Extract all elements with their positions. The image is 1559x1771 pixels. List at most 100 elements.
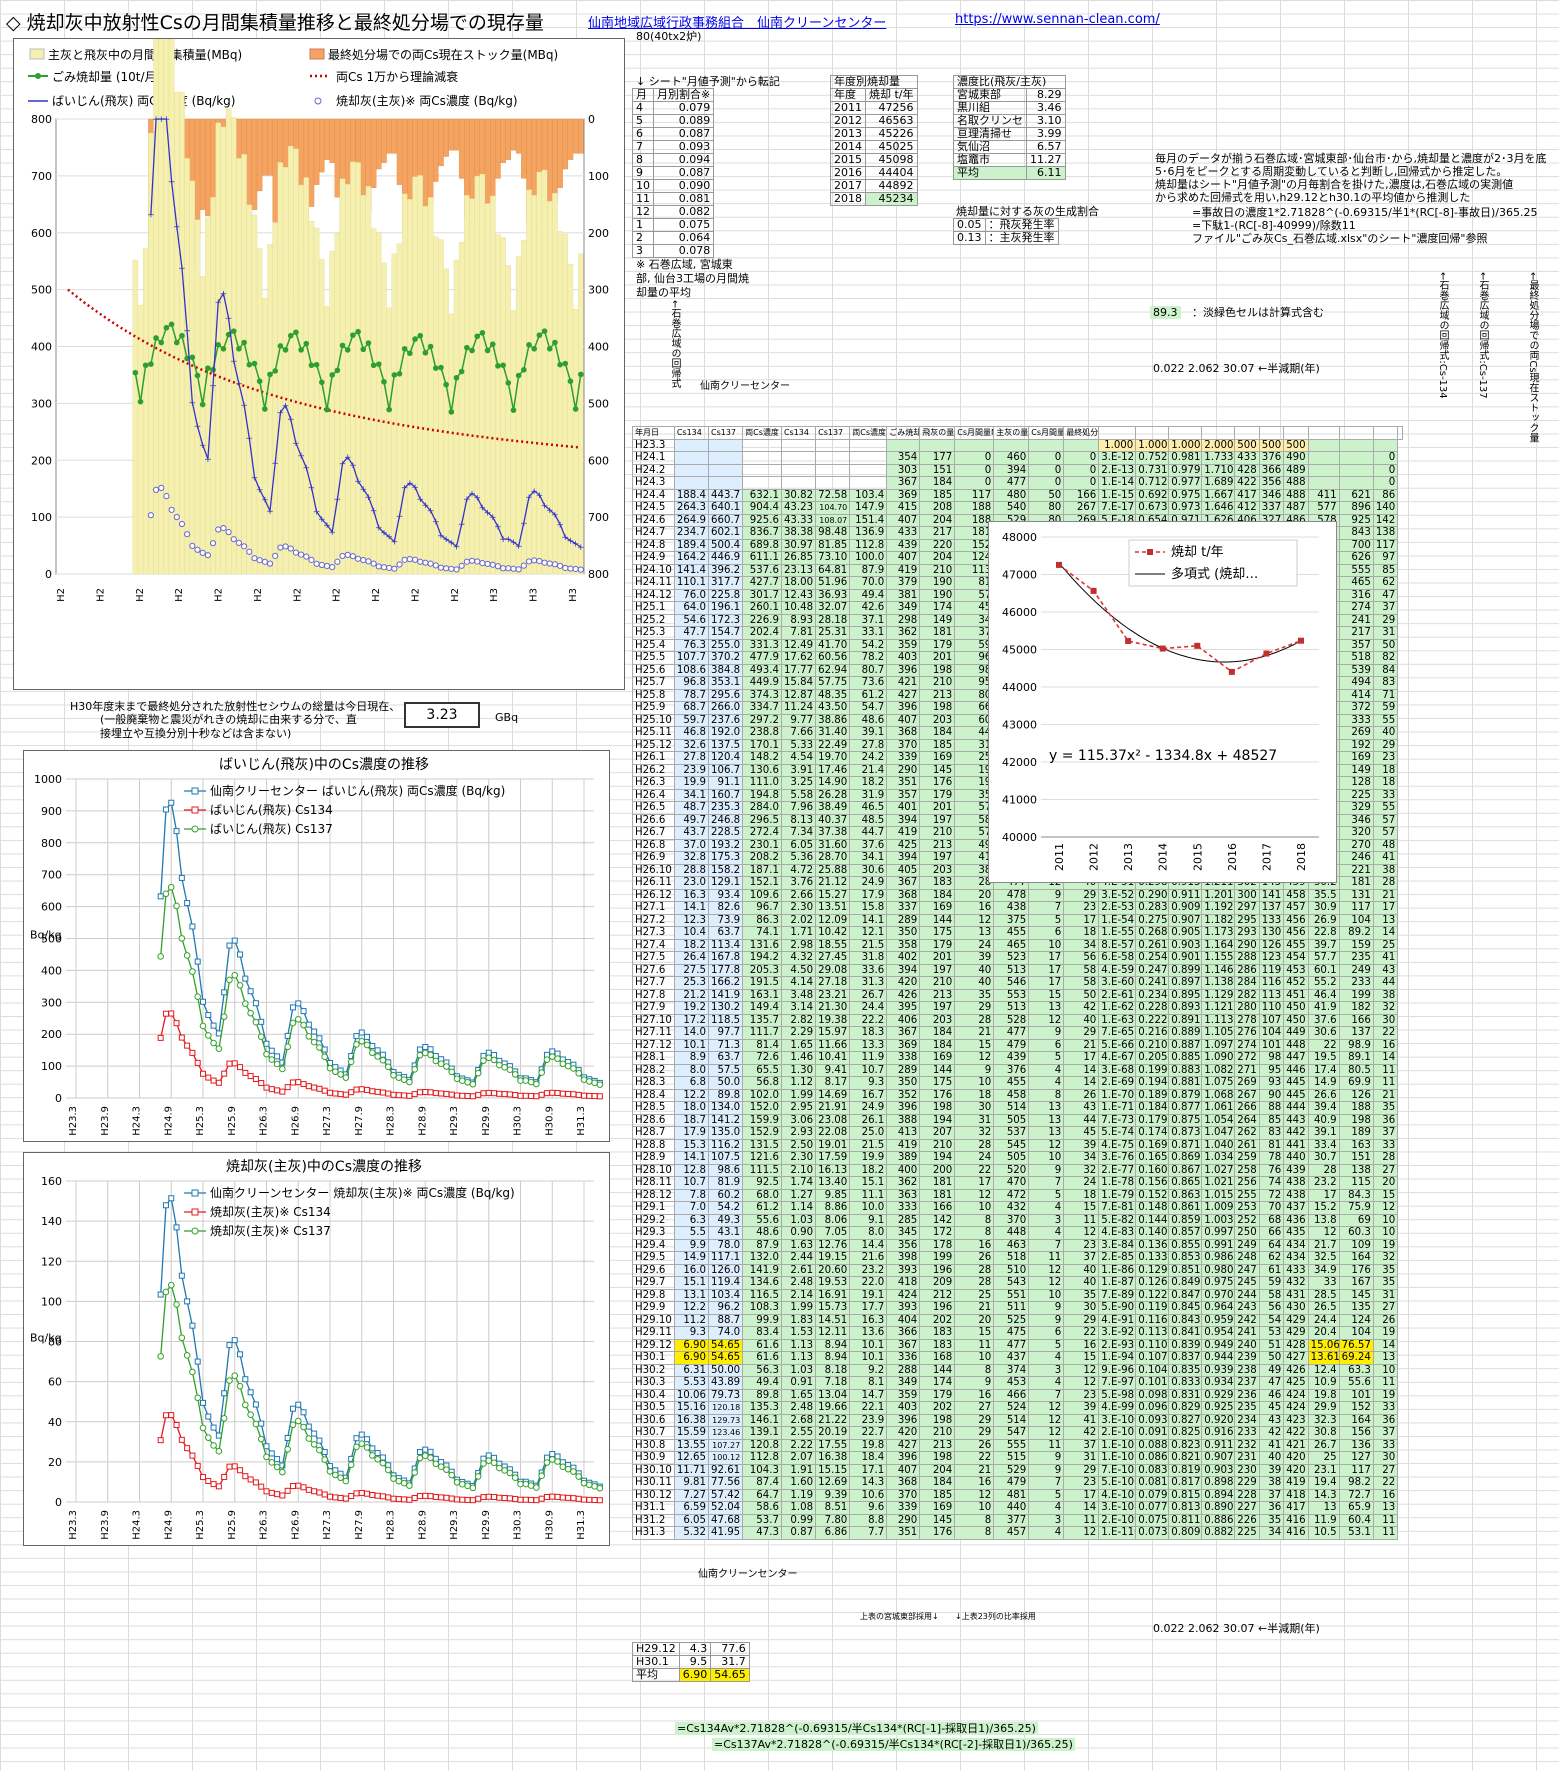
- series-point: [427, 1448, 434, 1455]
- table-cell: 76: [1258, 1163, 1285, 1177]
- table-cell: 185: [919, 488, 956, 502]
- table-cell: 14.7: [849, 1388, 888, 1402]
- table-cell: 208: [919, 501, 956, 515]
- table-cell: 12.43: [780, 588, 817, 602]
- table-cell: 422: [1234, 476, 1260, 490]
- table-cell: 49: [1258, 1363, 1285, 1377]
- y-tick: 45000: [1002, 644, 1037, 657]
- table-cell: 689.8: [742, 538, 782, 552]
- series-point: [564, 1465, 572, 1473]
- table-cell: 28: [1372, 876, 1399, 890]
- table-cell: 19.2: [673, 1001, 710, 1015]
- table-cell: 21: [954, 1026, 995, 1040]
- table-cell: 22.49: [815, 738, 851, 752]
- stock-total-unit: GBq: [495, 711, 519, 724]
- table-cell: 81.4: [742, 1038, 782, 1052]
- table-cell: 210: [919, 1138, 956, 1152]
- table-cell: 13.51: [815, 901, 851, 915]
- url-link[interactable]: https://www.sennan-clean.com/: [955, 12, 1160, 27]
- table-cell: 19.8: [849, 1438, 888, 1452]
- table-cell: 414: [1338, 688, 1374, 702]
- table-cell: 14: [1063, 1063, 1100, 1077]
- table-cell: 137: [1338, 1026, 1374, 1040]
- series-point: [432, 1460, 440, 1468]
- table-cell: 13: [1028, 1001, 1065, 1015]
- table-row: H28.6 18.7 141.2 159.9 3.06 23.08 26.1 388 194 31…: [632, 1113, 1403, 1127]
- conc-ratio-cell: 11.27: [1026, 153, 1066, 167]
- monthly-bar: [412, 176, 418, 575]
- table-cell: 2.30: [780, 901, 817, 915]
- table-cell: 164: [1338, 1413, 1374, 1427]
- table-cell: 213: [919, 988, 956, 1002]
- yearly-cell: 2015: [830, 153, 866, 167]
- series-point: [512, 1495, 519, 1502]
- table-cell: 87.4: [742, 1476, 782, 1490]
- table-cell: 10.42: [815, 926, 851, 940]
- table-cell: 147.9: [849, 501, 888, 515]
- series-point: [178, 1272, 185, 1279]
- table-cell: 346: [1258, 488, 1285, 502]
- table-cell: 152: [1338, 1401, 1374, 1415]
- bottom-conc-point: [184, 531, 191, 538]
- table-cell: 426: [886, 988, 921, 1002]
- table-cell: 12.65: [673, 1451, 710, 1465]
- legend-marker: [191, 787, 199, 795]
- x-tick: 2012: [1088, 843, 1101, 871]
- yearly-incineration-chart[interactable]: 48000 47000 46000 45000 44000 43000 42000 41000…: [988, 521, 1337, 883]
- table-cell: 0.895: [1168, 988, 1203, 1002]
- table-cell: 14: [1063, 1501, 1100, 1515]
- monthly-ratio-cell: 10: [632, 179, 654, 193]
- table-row: H27.6 27.5 177.8 205.3 4.50 29.08 33.6 394 197 40…: [632, 963, 1403, 977]
- series-point: [559, 1090, 566, 1097]
- table-cell: 407: [886, 713, 921, 727]
- table-cell: H26.9: [632, 851, 675, 865]
- yearly-row: 2015 45098: [830, 153, 918, 167]
- table-cell: 11.24: [780, 701, 817, 715]
- table-cell: 203: [919, 1013, 956, 1027]
- legend-entry: 仙南クリーンセンター 焼却灰(主灰)※ 両Cs濃度 (Bq/kg): [210, 1185, 515, 1200]
- bottom-ash-chart[interactable]: 焼却灰(主灰)中のCs濃度の推移 Bq/kg 160 140 120 100 80 60 40 2…: [23, 1152, 610, 1546]
- series-point: [358, 1440, 366, 1447]
- series-point: [257, 1033, 265, 1041]
- table-cell: 28: [1372, 1151, 1399, 1165]
- series-point: [427, 1089, 434, 1096]
- table-cell: 184: [919, 888, 956, 902]
- table-cell: 35: [1258, 1513, 1285, 1527]
- table-cell: 438: [993, 901, 1030, 915]
- x-tick: H27.9: [354, 1106, 365, 1136]
- table-cell: H25.4: [632, 638, 675, 652]
- table-cell: 217: [919, 526, 956, 540]
- combined-chart[interactable]: 800 700 600 500 400 300 200 100 0 0 100 200 300 400 50…: [13, 13, 625, 690]
- stock-bar: [557, 118, 563, 188]
- series-point: [157, 953, 164, 960]
- x-tick: H2: [292, 588, 303, 602]
- series-point: [443, 1063, 450, 1070]
- table-cell: 40: [1063, 1263, 1100, 1277]
- bottom-conc-point: [241, 543, 248, 550]
- table-cell: 0.104: [1135, 1363, 1170, 1377]
- fly-ash-chart[interactable]: ばいじん(飛灰)中のCs濃度の推移 Bq/kg 1000 900 800 700 600 50…: [23, 750, 610, 1142]
- table-cell: 199: [919, 1251, 956, 1265]
- table-cell: 21: [1063, 1038, 1100, 1052]
- yearly-table: 年度別焼却量 年度 焼却 t/年 2011 47256 2012 46563 2013 45…: [830, 75, 918, 206]
- table-row: H30.11 9.81 77.56 87.4 1.60 12.69 14.3 368 184 16…: [632, 1476, 1403, 1490]
- table-cell: 479: [993, 1476, 1030, 1490]
- table-cell: 0.903: [1168, 938, 1203, 952]
- table-cell: 17.4: [1307, 1063, 1340, 1077]
- table-cell: 10: [954, 1501, 995, 1515]
- table-cell: 168: [919, 1351, 956, 1365]
- series-point: [549, 1089, 556, 1096]
- table-cell: 213: [919, 688, 956, 702]
- table-cell: 83: [1372, 676, 1399, 690]
- org-link[interactable]: 仙南地域広域行政事務組合 仙南クリーンセンター: [588, 12, 886, 31]
- bottom-conc-point: [443, 565, 450, 572]
- y-tick-left: 0: [45, 568, 52, 581]
- table-cell: 6: [1028, 1326, 1065, 1340]
- series-point: [220, 1013, 228, 1020]
- series-point: [242, 975, 249, 982]
- gomi-point: [381, 378, 387, 385]
- table-cell: 212: [919, 1288, 956, 1302]
- table-cell: 116: [1258, 976, 1285, 990]
- y-tick-left: 600: [31, 227, 52, 240]
- table-cell: 443.7: [707, 488, 744, 502]
